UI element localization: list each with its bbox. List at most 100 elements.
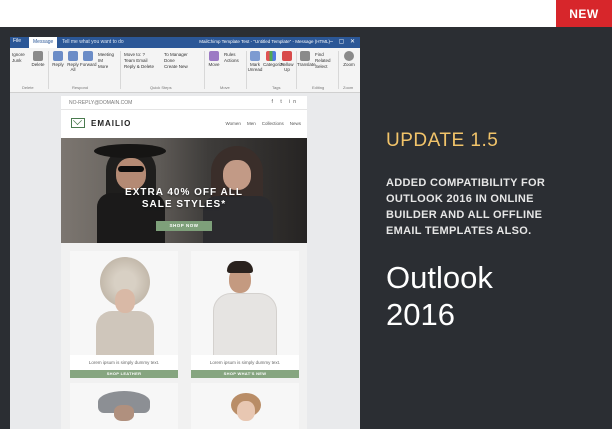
reply-icon <box>53 51 63 61</box>
nav-men[interactable]: Men <box>247 121 256 126</box>
reply-all-label: Reply All <box>67 62 79 72</box>
hero-sunglasses <box>118 166 144 172</box>
quick-step-create-new[interactable]: Create New <box>164 64 188 70</box>
reply-all-button[interactable]: Reply All <box>65 51 81 72</box>
product-figure <box>114 405 134 421</box>
shop-leather-button[interactable]: SHOP LEATHER <box>70 370 178 378</box>
outlook-headline: Outlook 2016 <box>386 259 493 333</box>
shop-now-button[interactable]: SHOP NOW <box>156 221 212 231</box>
actions-button[interactable]: Actions <box>224 58 239 64</box>
quick-steps-list-1: Move to: ? Team Email Reply & Delete <box>124 52 154 70</box>
product-card <box>70 383 178 429</box>
hero-woman-face <box>223 160 251 190</box>
move-group-label: Move <box>220 85 230 90</box>
file-tab[interactable]: File <box>13 38 21 44</box>
delete-icon <box>33 51 43 61</box>
mail-icon <box>71 118 85 128</box>
message-tab[interactable]: Message <box>29 37 58 48</box>
move-options-list: Rules Actions <box>224 52 239 64</box>
translate-button[interactable]: Translate <box>297 51 316 67</box>
forward-icon <box>83 51 93 61</box>
quick-steps-list-2: To Manager Done Create New <box>164 52 188 70</box>
quick-step-reply-delete[interactable]: Reply & Delete <box>124 64 154 70</box>
product-image[interactable] <box>70 251 178 355</box>
select-button[interactable]: Select <box>315 64 331 70</box>
shop-whats-new-button[interactable]: SHOP WHAT'S NEW <box>191 370 299 378</box>
product-figure <box>227 261 253 273</box>
social-icons[interactable]: f t in <box>272 99 299 105</box>
more-button[interactable]: More <box>98 64 114 70</box>
forward-label: Forward <box>80 62 97 67</box>
product-figure <box>237 401 255 421</box>
respond-more-list: Meeting IM More <box>98 52 114 70</box>
zoom-icon <box>344 51 354 61</box>
product-card <box>191 383 299 429</box>
product-figure <box>96 311 154 355</box>
noreply-address: NO-REPLY@DOMAIN.COM <box>69 100 133 106</box>
brand-name: EMAILIO <box>91 118 132 128</box>
categorize-icon <box>266 51 276 61</box>
tell-me-search[interactable]: Tell me what you want to do <box>62 39 124 45</box>
product-image[interactable] <box>191 251 299 355</box>
flag-icon <box>282 51 292 61</box>
product-figure <box>213 293 277 355</box>
ribbon: Ignore Junk Delete Delete Reply Reply Al… <box>10 48 360 93</box>
hero-man-face <box>116 158 146 190</box>
junk-button[interactable]: Junk <box>12 58 25 64</box>
email-logo: EMAILIO <box>71 118 131 128</box>
email-header: EMAILIO Women Men Collections News <box>61 110 307 139</box>
follow-up-label: Follow Up <box>280 62 294 72</box>
nav-women[interactable]: Women <box>226 121 241 126</box>
ignore-junk-list: Ignore Junk <box>12 52 25 64</box>
hero-line-2: SALE STYLES* <box>141 199 227 210</box>
quick-steps-group-label: Quick Steps <box>150 85 172 90</box>
ribbon-divider <box>338 51 339 89</box>
nav-news[interactable]: News <box>290 121 301 126</box>
reply-all-icon <box>68 51 78 61</box>
window-controls-icon[interactable]: – ▢ ✕ <box>330 38 357 45</box>
outlook-window: File Message Tell me what you want to do… <box>10 37 360 429</box>
product-description: Lorem ipsum is simply dummy text. <box>209 360 281 365</box>
follow-up-button[interactable]: Follow Up <box>279 51 295 72</box>
delete-group-label: Delete <box>22 85 34 90</box>
delete-button[interactable]: Delete <box>30 51 46 67</box>
hero-headline: EXTRA 40% OFF ALL SALE STYLES* <box>61 187 307 211</box>
headline-line-1: Outlook <box>386 260 493 295</box>
product-grid: Lorem ipsum is simply dummy text. SHOP L… <box>61 243 307 429</box>
nav-collections[interactable]: Collections <box>262 121 284 126</box>
translate-label: Translate <box>297 62 316 67</box>
product-image[interactable] <box>191 383 299 429</box>
move-button[interactable]: Move <box>206 51 222 67</box>
hero-banner: EXTRA 40% OFF ALL SALE STYLES* SHOP NOW <box>61 138 307 243</box>
editing-list: Find Related Select <box>315 52 331 70</box>
move-label: Move <box>208 62 220 67</box>
outlook-titlebar: File Message Tell me what you want to do… <box>10 37 360 48</box>
delete-label: Delete <box>31 62 45 67</box>
email-nav: Women Men Collections News <box>226 121 301 126</box>
top-bar <box>0 0 612 27</box>
product-figure <box>115 289 135 313</box>
zoom-group-label: Zoom <box>343 85 354 90</box>
envelope-icon <box>250 51 260 61</box>
respond-group-label: Respond <box>72 85 89 90</box>
headline-line-2: 2016 <box>386 297 455 332</box>
mark-unread-button[interactable]: Mark Unread <box>247 51 263 72</box>
categorize-button[interactable]: Categorize <box>263 51 285 67</box>
move-icon <box>209 51 219 61</box>
mark-unread-label: Mark Unread <box>247 62 263 72</box>
ribbon-divider <box>120 51 121 89</box>
product-description: Lorem ipsum is simply dummy text. <box>88 360 160 365</box>
email-template: NO-REPLY@DOMAIN.COM f t in EMAILIO Women… <box>61 96 307 429</box>
hero-line-1: EXTRA 40% OFF ALL <box>125 187 243 198</box>
product-image[interactable] <box>70 383 178 429</box>
reply-label: Reply <box>52 62 64 67</box>
ribbon-divider <box>204 51 205 89</box>
zoom-button[interactable]: Zoom <box>341 51 357 67</box>
reply-button[interactable]: Reply <box>50 51 66 67</box>
new-badge: NEW <box>556 0 612 27</box>
translate-icon <box>300 51 310 61</box>
forward-button[interactable]: Forward <box>80 51 97 67</box>
window-title: MailChimp Template Test - "Untitled Temp… <box>199 39 330 44</box>
hero-hat <box>94 144 166 158</box>
product-card: Lorem ipsum is simply dummy text. SHOP L… <box>70 251 178 378</box>
